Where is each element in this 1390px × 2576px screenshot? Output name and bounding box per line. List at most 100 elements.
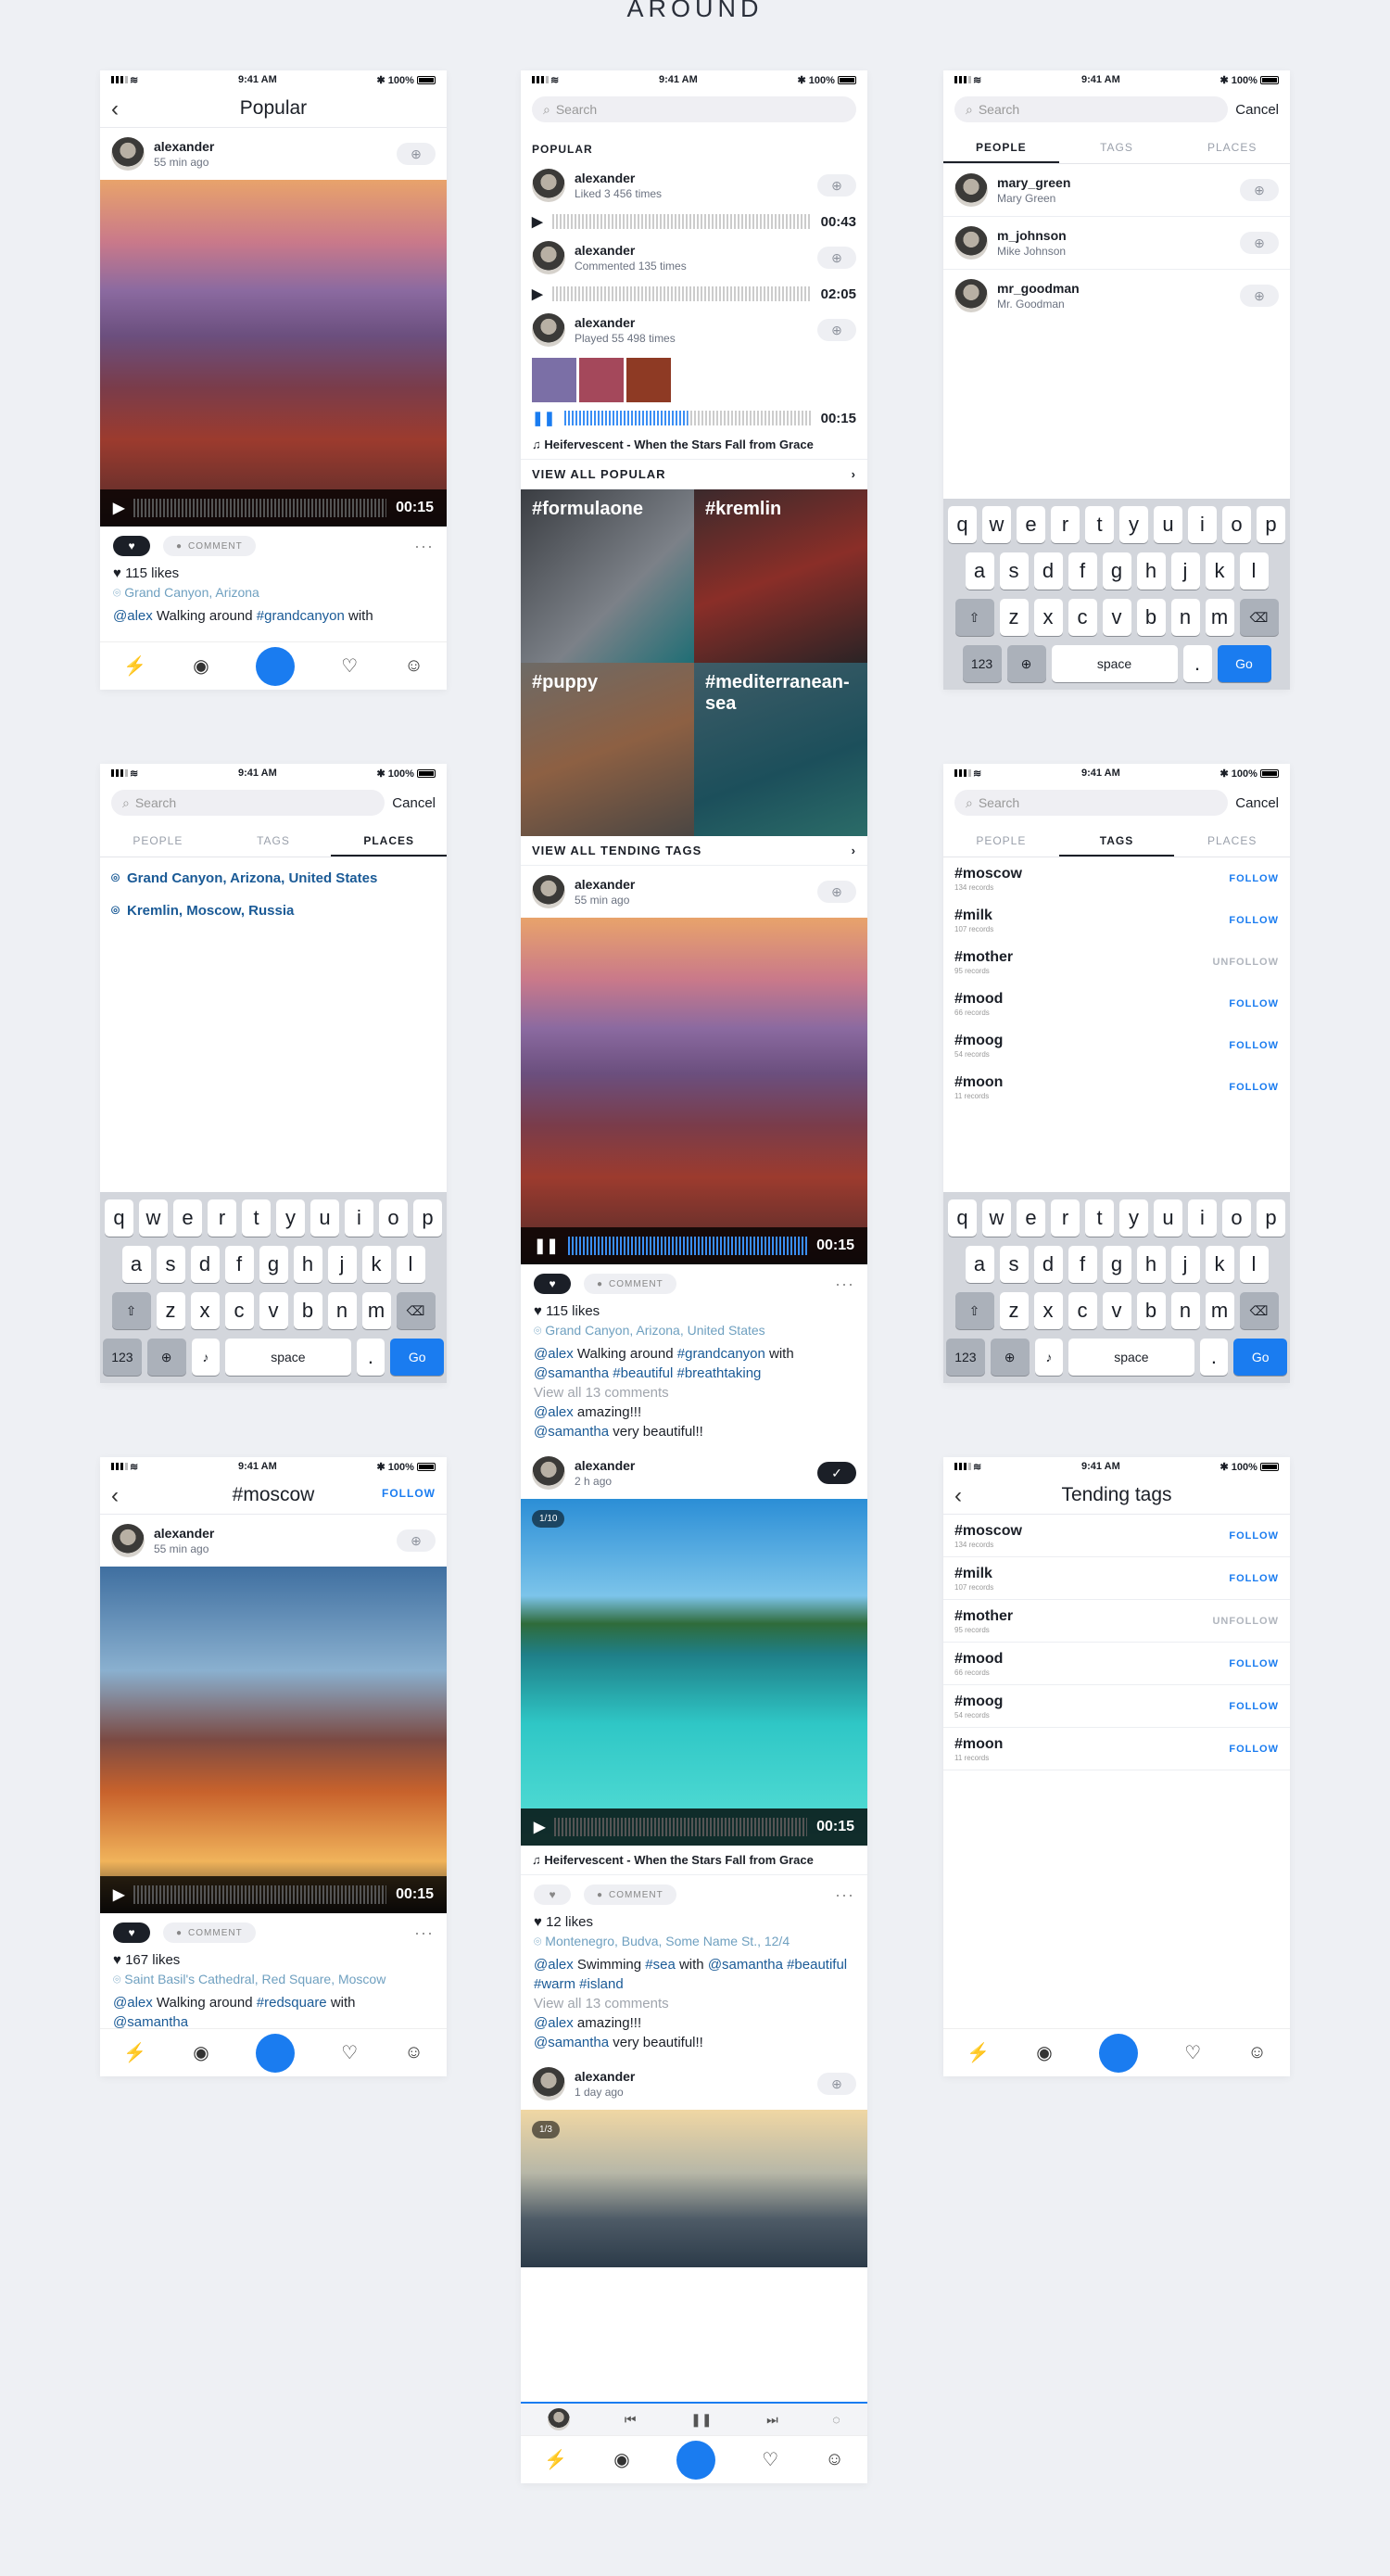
place-item[interactable]: ⌾ Grand Canyon, Arizona, United States	[100, 857, 447, 899]
key[interactable]: w	[982, 1199, 1011, 1237]
shift-icon[interactable]: ⇧	[954, 599, 994, 636]
avatar[interactable]	[532, 2067, 565, 2100]
add-user-button[interactable]: ⊕	[817, 247, 856, 269]
follow-button[interactable]: FOLLOW	[1229, 998, 1279, 1009]
add-user-button[interactable]: ⊕	[397, 1529, 436, 1552]
profile-icon[interactable]: ☺	[404, 655, 423, 677]
tag-tile[interactable]: #formulaone	[521, 489, 694, 663]
key[interactable]: y	[1119, 506, 1148, 543]
search-input[interactable]: ⌕ Search	[111, 790, 385, 816]
view-comments-link[interactable]: View all 13 comments	[534, 1385, 669, 1401]
follow-button[interactable]: UNFOLLOW	[1212, 957, 1279, 968]
key[interactable]: l	[1239, 552, 1269, 590]
list-item[interactable]: alexander Commented 135 times ⊕	[521, 234, 867, 282]
avatar[interactable]	[532, 1456, 565, 1490]
key[interactable]: c	[224, 1292, 254, 1329]
like-button[interactable]: ♥	[534, 1274, 571, 1294]
list-item[interactable]: mr_goodman Mr. Goodman ⊕	[943, 270, 1290, 322]
comment-button[interactable]: ● COMMENT	[163, 1922, 256, 1943]
key[interactable]: j	[1170, 552, 1200, 590]
back-arrow-icon[interactable]: ‹	[111, 96, 119, 122]
key[interactable]: v	[1102, 1292, 1131, 1329]
add-user-button[interactable]: ⊕	[817, 174, 856, 197]
play-icon[interactable]: ▶	[532, 213, 543, 230]
key[interactable]: l	[1239, 1246, 1269, 1283]
key[interactable]: r	[1051, 506, 1080, 543]
key[interactable]: a	[965, 1246, 994, 1283]
heart-icon[interactable]: ♡	[1184, 2041, 1201, 2064]
waveform[interactable]	[133, 1885, 387, 1904]
key[interactable]: q	[948, 506, 977, 543]
like-button[interactable]: ♥	[534, 1884, 571, 1905]
period-key[interactable]: .	[356, 1339, 385, 1376]
key[interactable]: z	[156, 1292, 185, 1329]
key[interactable]: t	[1085, 1199, 1114, 1237]
following-button[interactable]: ✓	[817, 1462, 856, 1484]
profile-icon[interactable]: ☺	[404, 2042, 423, 2063]
follow-button[interactable]: FOLLOW	[1229, 1530, 1279, 1542]
comment-button[interactable]: ● COMMENT	[584, 1884, 676, 1905]
key[interactable]: b	[1136, 599, 1166, 636]
place-item[interactable]: ⌾ Kremlin, Moscow, Russia	[100, 899, 447, 932]
key[interactable]: l	[396, 1246, 425, 1283]
location-link[interactable]: ⌾ Grand Canyon, Arizona	[100, 581, 447, 601]
key[interactable]: n	[1170, 1292, 1200, 1329]
avatar[interactable]	[111, 137, 145, 171]
key[interactable]: e	[1017, 1199, 1045, 1237]
lightning-icon[interactable]: ⚡	[123, 654, 146, 678]
cancel-button[interactable]: Cancel	[1235, 795, 1279, 811]
add-user-button[interactable]: ⊕	[1240, 232, 1279, 254]
more-icon[interactable]: ···	[414, 537, 434, 556]
heart-icon[interactable]: ♡	[341, 2041, 358, 2064]
key[interactable]: p	[1257, 1199, 1285, 1237]
list-item[interactable]: alexander Liked 3 456 times ⊕	[521, 161, 867, 209]
add-user-button[interactable]: ⊕	[817, 2073, 856, 2095]
comment-button[interactable]: ● COMMENT	[163, 536, 256, 556]
cancel-button[interactable]: Cancel	[1235, 102, 1279, 118]
key[interactable]: e	[1017, 506, 1045, 543]
location-link[interactable]: ⌾ Montenegro, Budva, Some Name St., 12/4	[521, 1930, 867, 1949]
lightning-icon[interactable]: ⚡	[123, 2041, 146, 2064]
location-link[interactable]: ⌾ Saint Basil's Cathedral, Red Square, M…	[100, 1968, 447, 1987]
location-icon[interactable]: ◉	[613, 2448, 629, 2471]
key[interactable]: z	[999, 599, 1029, 636]
tab-places[interactable]: PLACES	[1174, 825, 1290, 857]
follow-button[interactable]: FOLLOW	[1229, 1573, 1279, 1584]
center-action-button[interactable]	[1098, 2033, 1138, 2073]
key[interactable]: x	[1033, 599, 1063, 636]
key[interactable]: s	[156, 1246, 185, 1283]
backspace-icon[interactable]: ⌫	[396, 1292, 436, 1329]
tag-row[interactable]: #moon 11 records FOLLOW	[943, 1728, 1290, 1770]
tab-people[interactable]: PEOPLE	[943, 132, 1059, 163]
key[interactable]: a	[965, 552, 994, 590]
key[interactable]: m	[1205, 599, 1234, 636]
key[interactable]: w	[139, 1199, 168, 1237]
profile-icon[interactable]: ☺	[825, 2449, 843, 2470]
audio-player[interactable]: ▶ 00:15	[100, 1876, 447, 1913]
globe-icon[interactable]: ⊕	[146, 1339, 186, 1376]
tab-tags[interactable]: TAGS	[1058, 825, 1175, 857]
key[interactable]: u	[1154, 1199, 1182, 1237]
key[interactable]: i	[1188, 506, 1217, 543]
numbers-key[interactable]: 123	[946, 1339, 985, 1376]
follow-button[interactable]: FOLLOW	[1229, 1040, 1279, 1051]
view-comments-link[interactable]: View all 13 comments	[534, 1996, 669, 2011]
key[interactable]: k	[1205, 552, 1234, 590]
tab-tags[interactable]: TAGS	[1059, 132, 1175, 163]
key[interactable]: n	[1170, 599, 1200, 636]
tag-tile[interactable]: #puppy	[521, 663, 694, 836]
follow-button[interactable]: FOLLOW	[1229, 1082, 1279, 1093]
add-user-button[interactable]: ⊕	[817, 881, 856, 903]
key[interactable]: o	[1222, 1199, 1251, 1237]
key[interactable]: t	[1085, 506, 1114, 543]
key[interactable]: q	[105, 1199, 133, 1237]
key[interactable]: g	[259, 1246, 288, 1283]
numbers-key[interactable]: 123	[962, 645, 1002, 682]
search-input[interactable]: ⌕ Search	[532, 96, 856, 122]
profile-icon[interactable]: ☺	[1247, 2042, 1266, 2063]
key[interactable]: a	[121, 1246, 151, 1283]
period-key[interactable]: .	[1199, 1339, 1229, 1376]
avatar[interactable]	[532, 241, 565, 274]
center-action-button[interactable]	[255, 2033, 295, 2073]
globe-icon[interactable]: ⊕	[990, 1339, 1030, 1376]
